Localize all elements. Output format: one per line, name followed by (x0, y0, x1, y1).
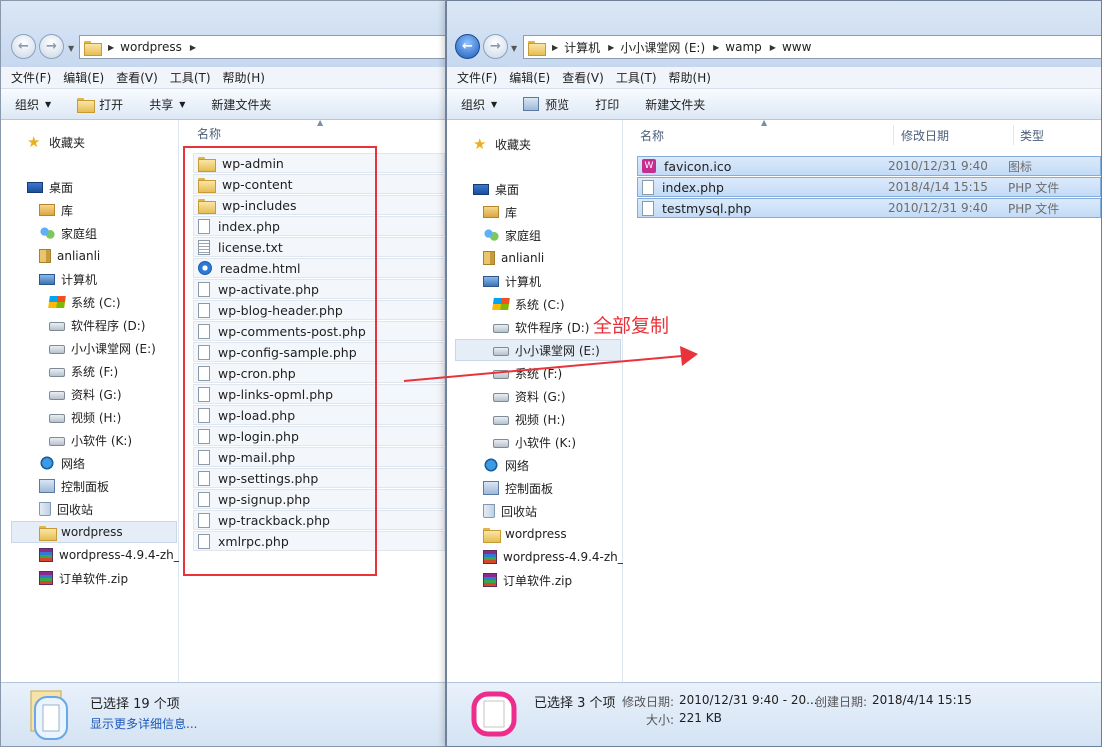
copy-all-annotation: 全部复制 (593, 315, 670, 337)
copy-arrow-annotation (403, 346, 698, 382)
